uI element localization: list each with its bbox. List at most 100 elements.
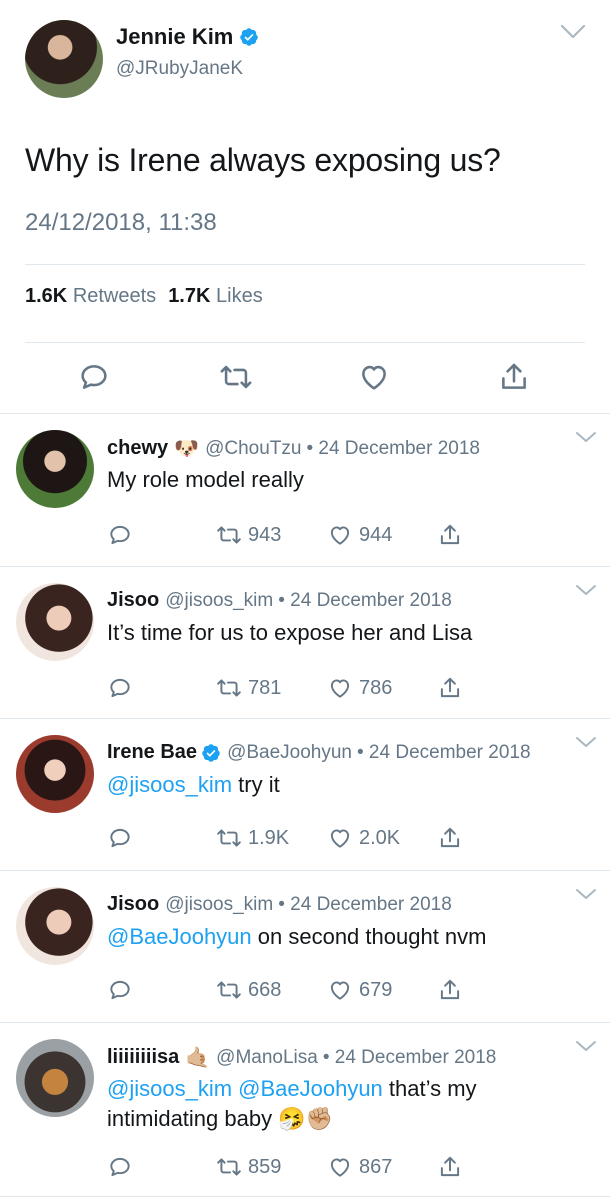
reply-button[interactable]	[107, 674, 139, 702]
divider	[0, 1196, 610, 1197]
retweet-count: 1.9K	[248, 826, 290, 849]
reply-button[interactable]	[107, 1153, 139, 1181]
author-handle[interactable]: @jisoos_kim	[165, 590, 273, 612]
avatar[interactable]	[25, 20, 103, 98]
like-button[interactable]: 944	[327, 521, 392, 549]
author-name[interactable]: Jisoo	[107, 893, 159, 916]
reply-body: that’s my	[382, 1076, 477, 1101]
share-button[interactable]	[437, 674, 469, 702]
mention-link[interactable]: @BaeJoohyun	[107, 924, 252, 949]
mention-link[interactable]: @jisoos_kim	[107, 772, 232, 797]
like-count: 867	[359, 1155, 393, 1178]
avatar[interactable]	[16, 1039, 94, 1117]
like-button[interactable]: 679	[327, 976, 392, 1004]
divider	[25, 342, 585, 343]
like-icon	[330, 679, 350, 698]
reply-tweet[interactable]: Irene Bae @BaeJoohyun • 24 December 2018…	[0, 718, 610, 870]
retweet-count: 781	[248, 676, 282, 699]
reply-header: chewy 🐶 @ChouTzu • 24 December 2018	[107, 436, 480, 461]
chevron-down-icon[interactable]	[575, 735, 597, 749]
like-count: 679	[359, 978, 393, 1001]
reply-date: • 24 December 2018	[306, 437, 480, 459]
reply-text: It’s time for us to expose her and Lisa	[107, 620, 473, 645]
reply-date: • 24 December 2018	[278, 893, 452, 915]
likes-count: 1.7K	[168, 285, 211, 307]
author-name[interactable]: liiiiiiiisa	[107, 1046, 179, 1069]
retweet-count: 668	[248, 978, 282, 1001]
share-icon[interactable]	[497, 360, 531, 394]
avatar[interactable]	[16, 583, 94, 661]
like-icon	[330, 829, 350, 848]
author-handle[interactable]: @jisoos_kim	[165, 894, 273, 916]
share-button[interactable]	[437, 521, 469, 549]
chevron-down-icon[interactable]	[575, 430, 597, 444]
retweet-icon	[217, 526, 241, 544]
main-tweet: Jennie Kim @JRubyJaneK Why is Irene alwa…	[0, 0, 610, 413]
tweet-timestamp: 24/12/2018, 11:38	[25, 209, 217, 236]
like-button[interactable]: 2.0K	[327, 824, 400, 852]
share-icon	[440, 1156, 460, 1177]
retweets-label: Retweets	[72, 285, 157, 307]
retweet-button[interactable]: 668	[216, 976, 281, 1004]
reply-action-bar: 943 944	[0, 521, 610, 549]
like-icon	[330, 526, 350, 545]
reply-icon	[110, 1157, 130, 1177]
mention-link[interactable]: @jisoos_kim @BaeJoohyun	[107, 1076, 383, 1101]
author-handle[interactable]: @BaeJoohyun	[227, 742, 352, 764]
retweet-icon	[217, 679, 241, 697]
likes-stat[interactable]: 1.7K Likes	[168, 285, 263, 308]
avatar[interactable]	[16, 735, 94, 813]
share-button[interactable]	[437, 1153, 469, 1181]
like-button[interactable]: 867	[327, 1153, 392, 1181]
reply-action-bar: 781 786	[0, 674, 610, 702]
author-row: Jennie Kim	[116, 24, 259, 50]
reply-action-bar: 859 867	[0, 1153, 610, 1181]
retweet-button[interactable]: 781	[216, 674, 281, 702]
reply-header: Irene Bae @BaeJoohyun • 24 December 2018	[107, 741, 531, 764]
author-name[interactable]: Jisoo	[107, 589, 159, 612]
reply-tweet[interactable]: Jisoo @jisoos_kim • 24 December 2018 It’…	[0, 566, 610, 718]
retweet-button[interactable]: 859	[216, 1153, 281, 1181]
reply-button[interactable]	[107, 521, 139, 549]
reply-action-bar: 1.9K 2.0K	[0, 824, 610, 852]
retweet-icon[interactable]	[219, 360, 253, 394]
reply-icon[interactable]	[77, 360, 111, 394]
retweet-icon	[217, 1158, 241, 1176]
divider	[25, 264, 585, 265]
chevron-down-icon[interactable]	[575, 1039, 597, 1053]
reply-button[interactable]	[107, 976, 139, 1004]
verified-badge-icon	[240, 28, 259, 46]
reply-button[interactable]	[107, 824, 139, 852]
author-name[interactable]: chewy	[107, 437, 168, 460]
like-icon[interactable]	[357, 360, 391, 394]
retweet-button[interactable]: 943	[216, 521, 281, 549]
reply-header: Jisoo @jisoos_kim • 24 December 2018	[107, 589, 452, 612]
share-icon	[440, 677, 460, 698]
reply-body: on second thought nvm	[251, 924, 487, 949]
share-button[interactable]	[437, 824, 469, 852]
reply-date: • 24 December 2018	[278, 589, 452, 611]
reply-icon	[110, 525, 130, 545]
reply-header: Jisoo @jisoos_kim • 24 December 2018	[107, 893, 452, 916]
reply-tweet[interactable]: chewy 🐶 @ChouTzu • 24 December 2018 My r…	[0, 413, 610, 566]
avatar[interactable]	[16, 887, 94, 965]
author-handle[interactable]: @ChouTzu	[205, 438, 301, 460]
reply-header: liiiiiiiisa 🤙🏼 @ManoLisa • 24 December 2…	[107, 1045, 496, 1070]
author-name[interactable]: Jennie Kim	[116, 24, 233, 50]
chevron-down-icon[interactable]	[575, 583, 597, 597]
author-name[interactable]: Irene Bae	[107, 741, 197, 764]
reply-tweet[interactable]: liiiiiiiisa 🤙🏼 @ManoLisa • 24 December 2…	[0, 1022, 610, 1196]
retweets-stat[interactable]: 1.6K Retweets	[25, 285, 156, 308]
retweet-button[interactable]: 1.9K	[216, 824, 289, 852]
like-count: 2.0K	[359, 826, 401, 849]
share-button[interactable]	[437, 976, 469, 1004]
reply-date: • 24 December 2018	[322, 1046, 497, 1068]
like-button[interactable]: 786	[327, 674, 392, 702]
reply-tweet[interactable]: Jisoo @jisoos_kim • 24 December 2018 @Ba…	[0, 870, 610, 1022]
chevron-down-icon[interactable]	[560, 22, 586, 42]
author-handle[interactable]: @JRubyJaneK	[116, 58, 243, 80]
avatar[interactable]	[16, 430, 94, 508]
chevron-down-icon[interactable]	[575, 887, 597, 901]
author-handle[interactable]: @ManoLisa	[216, 1047, 318, 1069]
name-emoji: 🐶	[174, 438, 200, 460]
